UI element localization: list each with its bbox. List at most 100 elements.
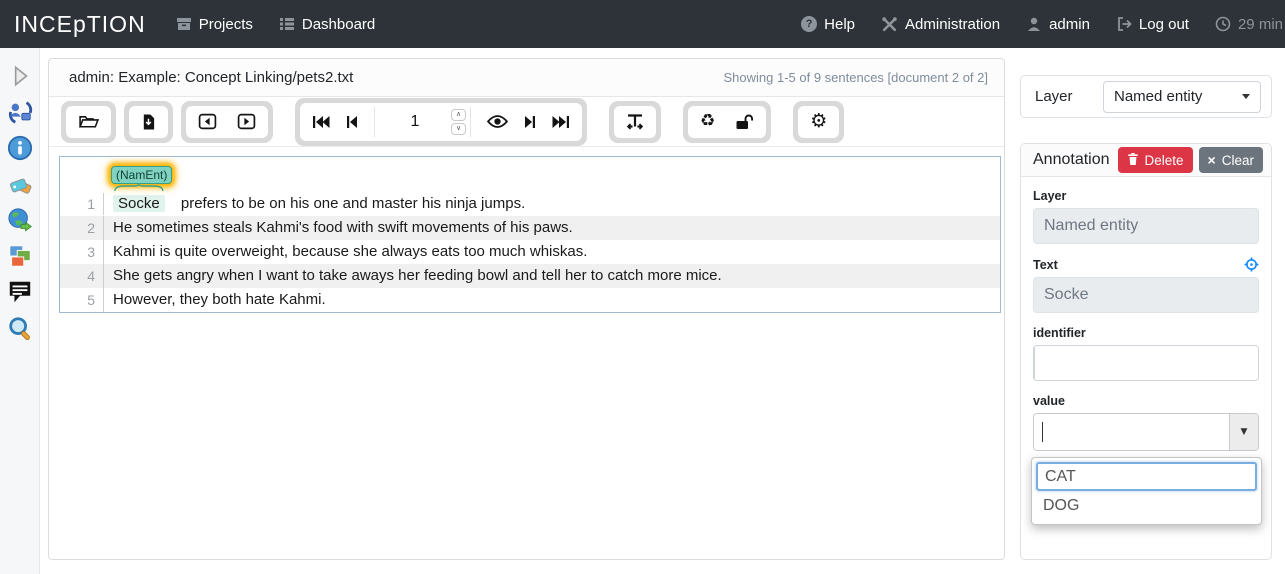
trash-icon [1127, 152, 1139, 169]
prev-page-button[interactable] [346, 111, 358, 133]
sentence-row-4: 4 She gets angry when I want to take awa… [60, 264, 1000, 288]
next-document-button[interactable] [237, 111, 256, 133]
nav-user[interactable]: admin [1026, 16, 1090, 33]
user-icon [1026, 16, 1042, 32]
nav-projects-label: Projects [199, 16, 253, 33]
top-navbar: INCEpTION Projects Dashboard ? Help Admi… [0, 0, 1285, 48]
first-page-button[interactable] [312, 111, 330, 133]
session-timer-label: 29 min [1238, 16, 1283, 33]
layer-select-label: Layer [1035, 88, 1073, 105]
identifier-field-group [1033, 345, 1259, 381]
value-input[interactable] [1034, 414, 1229, 450]
field-value-label: value [1033, 394, 1259, 408]
annotation-panel-header: Annotation Delete × Clear [1021, 144, 1271, 177]
delete-button-label: Delete [1145, 153, 1184, 168]
toolbar: ∧ ∨ ♻ ⚙ [49, 97, 1004, 147]
page-nav-group: ∧ ∨ [295, 98, 587, 146]
field-text-label-text: Text [1033, 258, 1058, 272]
sentence-text[interactable]: prefers to be on his one and master his … [181, 195, 525, 212]
nav-dashboard-label: Dashboard [302, 16, 375, 33]
document-title: admin: Example: Concept Linking/pets2.tx… [69, 69, 353, 86]
sentence-text[interactable]: She gets angry when I want to take aways… [104, 264, 722, 288]
fit-width-group [609, 101, 661, 143]
close-icon: × [1208, 153, 1216, 167]
last-page-button[interactable] [552, 111, 570, 133]
line-number: 5 [60, 288, 104, 312]
logout-icon [1116, 16, 1132, 32]
document-header: admin: Example: Concept Linking/pets2.tx… [49, 59, 1004, 97]
clock-icon [1215, 16, 1231, 32]
sentence-row-5: 5 However, they both hate Kahmi. [60, 288, 1000, 312]
info-icon[interactable] [6, 134, 34, 162]
clear-button-label: Clear [1222, 153, 1254, 168]
next-page-button[interactable] [524, 111, 536, 133]
nav-projects[interactable]: Projects [176, 16, 253, 33]
option-cat[interactable]: CAT [1036, 462, 1257, 491]
settings-gear-icon[interactable]: ⚙ [810, 111, 827, 133]
export-document-button[interactable] [141, 111, 156, 133]
tools-icon [881, 16, 898, 33]
archive-icon [176, 16, 192, 32]
comments-icon[interactable] [6, 278, 34, 306]
value-options-listbox: CAT DOG [1031, 457, 1262, 525]
open-document-button[interactable] [78, 111, 99, 133]
identifier-input[interactable] [1035, 346, 1258, 380]
field-text-label: Text [1033, 257, 1259, 272]
concept-linking-globe-icon[interactable] [6, 206, 34, 234]
sentence-row-2: 2 He sometimes steals Kahmi's food with … [60, 216, 1000, 240]
page-increment-button[interactable]: ∧ [451, 109, 466, 121]
document-nav-group [181, 101, 273, 143]
layer-select[interactable]: Named entity [1103, 81, 1261, 113]
page-number-field: ∧ ∨ [374, 107, 471, 137]
layer-select-value: Named entity [1114, 88, 1202, 105]
value-dropdown-button[interactable]: ▼ [1229, 414, 1258, 450]
settings-group: ⚙ [793, 101, 844, 143]
workflow-group: ♻ [683, 101, 771, 143]
chevron-down-icon [1242, 94, 1250, 99]
page-number-input[interactable] [379, 113, 451, 131]
app-logo[interactable]: INCEpTION [14, 11, 146, 38]
annotated-span[interactable]: Socke [113, 195, 165, 212]
open-document-group [61, 101, 116, 143]
nav-help[interactable]: ? Help [801, 16, 855, 33]
delete-annotation-button[interactable]: Delete [1118, 147, 1193, 173]
annotation-label-tag[interactable]: (NamEnt) [111, 166, 172, 184]
sentence-row-3: 3 Kahmi is quite overweight, because she… [60, 240, 1000, 264]
annotation-fields: Layer Named entity Text Socke identifier… [1021, 177, 1271, 525]
help-icon: ? [801, 16, 817, 32]
line-number: 1 [60, 193, 104, 215]
recommender-icon[interactable] [6, 98, 34, 126]
nav-administration[interactable]: Administration [881, 16, 1000, 33]
collapse-sidebar-button[interactable] [6, 62, 34, 90]
nav-help-label: Help [824, 16, 855, 33]
search-icon[interactable] [6, 314, 34, 342]
fit-width-button[interactable] [626, 111, 644, 133]
sentence-editor[interactable]: 1 (NamEnt) Socke prefers to be on his on… [59, 156, 1001, 313]
list-icon [279, 16, 295, 32]
text-cursor [1042, 422, 1043, 442]
annotation-panel-title: Annotation [1033, 151, 1110, 169]
focus-sentence-eye-button[interactable] [487, 111, 508, 133]
value-combobox: ▼ [1033, 413, 1259, 451]
nav-logout[interactable]: Log out [1116, 16, 1189, 33]
sentence-text[interactable]: However, they both hate Kahmi. [104, 288, 326, 312]
clear-annotation-button[interactable]: × Clear [1199, 147, 1263, 173]
images-icon[interactable] [6, 242, 34, 270]
sentence-text[interactable]: He sometimes steals Kahmi's food with sw… [104, 216, 573, 240]
page-decrement-button[interactable]: ∨ [451, 123, 466, 135]
sentence-text[interactable]: Kahmi is quite overweight, because she a… [104, 240, 587, 264]
session-timer: 29 min [1215, 16, 1283, 33]
paging-status: Showing 1-5 of 9 sentences [document 2 o… [723, 70, 988, 85]
recycle-icon[interactable]: ♻ [700, 111, 715, 133]
field-text-value: Socke [1033, 277, 1259, 313]
nav-logout-label: Log out [1139, 16, 1189, 33]
unlock-icon[interactable] [735, 111, 754, 133]
option-dog[interactable]: DOG [1036, 491, 1257, 520]
nav-user-label: admin [1049, 16, 1090, 33]
field-identifier-label: identifier [1033, 326, 1259, 340]
export-document-group [124, 101, 173, 143]
prev-document-button[interactable] [198, 111, 217, 133]
tags-icon[interactable] [6, 170, 34, 198]
jump-to-annotation-crosshair-icon[interactable] [1244, 257, 1259, 272]
nav-dashboard[interactable]: Dashboard [279, 16, 375, 33]
